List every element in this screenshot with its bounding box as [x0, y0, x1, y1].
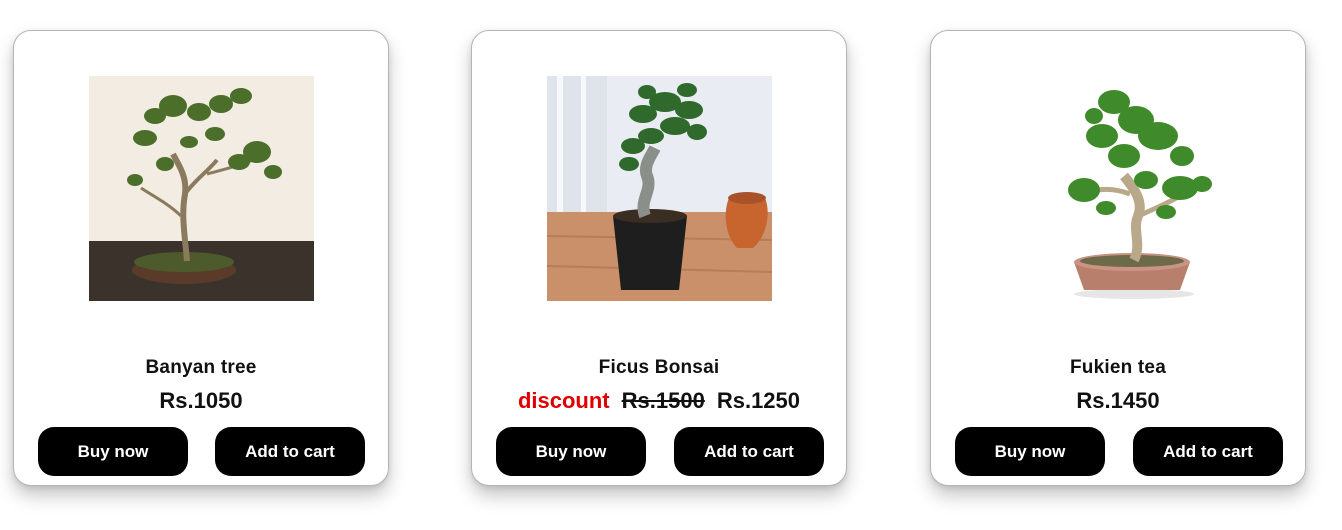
buy-now-button[interactable]: Buy now [496, 427, 646, 476]
add-to-cart-button[interactable]: Add to cart [674, 427, 824, 476]
old-price: Rs.1500 [621, 388, 705, 413]
product-price: Rs.1450 [1076, 388, 1160, 413]
price-row: Rs.1450 [931, 388, 1305, 414]
add-to-cart-button[interactable]: Add to cart [215, 427, 365, 476]
buy-now-button[interactable]: Buy now [955, 427, 1105, 476]
fukien-tea-bonsai-image [1006, 76, 1231, 301]
product-price: Rs.1250 [716, 388, 801, 413]
add-to-cart-button[interactable]: Add to cart [1133, 427, 1283, 476]
price-row: discount Rs.1500 Rs.1250 [472, 388, 846, 414]
buy-now-button[interactable]: Buy now [38, 427, 188, 476]
product-card-fukien-tea: Fukien tea Rs.1450 Buy now Add to cart [930, 30, 1306, 486]
banyan-bonsai-image [89, 76, 314, 301]
discount-label: discount [517, 388, 610, 413]
product-title: Fukien tea [1070, 357, 1166, 378]
product-image [1006, 76, 1231, 301]
product-title: Ficus Bonsai [598, 357, 720, 378]
product-image [89, 76, 314, 301]
product-card-ficus-bonsai: Ficus Bonsai discount Rs.1500 Rs.1250 Buy … [471, 30, 847, 486]
product-card-banyan-tree: Banyan tree Rs.1050 Buy now Add to cart [13, 30, 389, 486]
ficus-bonsai-image [547, 76, 772, 301]
price-row: Rs.1050 [14, 388, 388, 414]
product-image [547, 76, 772, 301]
product-title: Banyan tree [145, 357, 257, 378]
product-price: Rs.1050 [159, 388, 243, 413]
